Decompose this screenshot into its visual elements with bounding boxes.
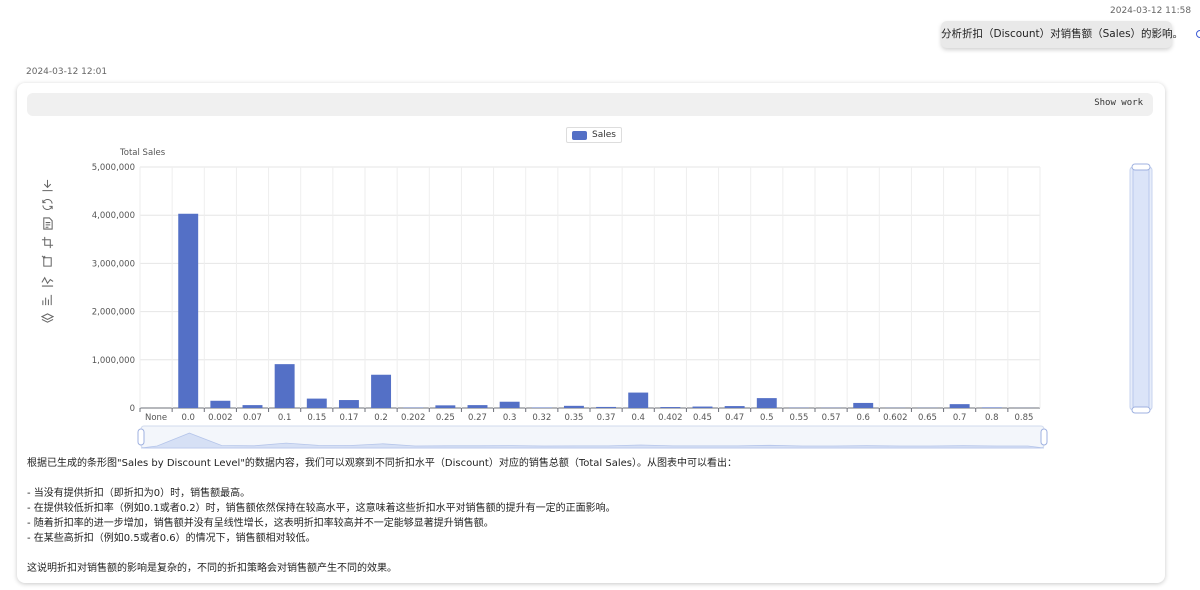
x-tick-label: 0.602 xyxy=(883,413,907,423)
x-tick-label: 0.32 xyxy=(532,413,551,423)
bar-series-sales[interactable] xyxy=(178,213,1034,408)
bar-0.5[interactable] xyxy=(756,398,777,408)
x-tick-label: 0.1 xyxy=(278,413,292,423)
y-datazoom-handle-bottom[interactable] xyxy=(1131,406,1151,414)
x-datazoom-handle-start[interactable] xyxy=(137,428,145,446)
bar-0.25[interactable] xyxy=(435,405,456,408)
bar-0.402[interactable] xyxy=(660,407,681,408)
y-datazoom-slider[interactable] xyxy=(1129,163,1153,414)
x-tick-label: 0.65 xyxy=(918,413,937,423)
bar-0.15[interactable] xyxy=(306,398,327,408)
analysis-intro: 根据已生成的条形图"Sales by Discount Level"的数据内容，… xyxy=(27,458,737,469)
x-tick-label: 0.8 xyxy=(985,413,999,423)
x-tick-label: 0.47 xyxy=(725,413,744,423)
bar-0.37[interactable] xyxy=(596,406,617,408)
y-tick-label: 1,000,000 xyxy=(92,356,135,366)
x-datazoom-handle-end[interactable] xyxy=(1040,428,1048,446)
x-tick-label: 0.27 xyxy=(468,413,487,423)
y-tick-label: 5,000,000 xyxy=(92,163,135,173)
x-tick-label: 0.35 xyxy=(564,413,583,423)
x-tick-label: 0.002 xyxy=(208,413,232,423)
x-tick-label: None xyxy=(145,413,167,423)
analysis-conclusion: 这说明折扣对销售额的影响是复杂的，不同的折扣策略会对销售额产生不同的效果。 xyxy=(27,563,397,574)
bar-0.7[interactable] xyxy=(949,404,970,408)
bar-0.8[interactable] xyxy=(981,407,1002,408)
y-axis-ticks: 0 1,000,000 2,000,000 3,000,000 4,000,000 5,0… xyxy=(92,163,135,414)
x-tick-label: 0.4 xyxy=(631,413,645,423)
y-axis-title: Total Sales xyxy=(119,148,166,158)
x-tick-label: 0.0 xyxy=(181,413,195,423)
x-axis-ticks: None 0.0 0.002 0.07 0.1 0.15 0.17 0.2 0.202 0.25 0… xyxy=(139,408,1033,423)
y-tick-label: 3,000,000 xyxy=(92,259,135,269)
x-tick-label: 0.3 xyxy=(503,413,517,423)
assistant-message-timestamp: 2024-03-12 12:01 xyxy=(26,67,108,77)
x-tick-label: 0.6 xyxy=(856,413,870,423)
y-datazoom-handle-top[interactable] xyxy=(1131,163,1151,171)
bar-0.27[interactable] xyxy=(467,405,488,408)
x-tick-label: 0.37 xyxy=(597,413,616,423)
bar-0.07[interactable] xyxy=(242,405,263,408)
analysis-text: 根据已生成的条形图"Sales by Discount Level"的数据内容，… xyxy=(27,456,1147,576)
y-tick-label: 0 xyxy=(130,404,135,414)
y-datazoom-window[interactable] xyxy=(1132,168,1150,409)
x-tick-label: 0.25 xyxy=(436,413,455,423)
sales-by-discount-chart: Total Sales 0 1,000,000 2,000,000 3,000,000… xyxy=(92,148,1153,449)
x-tick-label: 0.45 xyxy=(693,413,712,423)
bar-0.0[interactable] xyxy=(178,213,199,408)
bar-0.2[interactable] xyxy=(371,374,392,408)
analysis-point: - 在某些高折扣（例如0.5或者0.6）的情况下，销售额相对较低。 xyxy=(27,533,316,544)
x-tick-label: 0.17 xyxy=(339,413,358,423)
x-tick-label: 0.5 xyxy=(760,413,774,423)
x-tick-label: 0.15 xyxy=(307,413,326,423)
bar-0.002[interactable] xyxy=(210,400,231,408)
analysis-point: - 当没有提供折扣（即折扣为0）时，销售额最高。 xyxy=(27,488,251,499)
bar-0.17[interactable] xyxy=(338,400,359,408)
x-tick-label: 0.57 xyxy=(822,413,841,423)
user-message-timestamp: 2024-03-12 11:58 xyxy=(1110,6,1192,16)
x-tick-label: 0.2 xyxy=(374,413,388,423)
y-tick-label: 2,000,000 xyxy=(92,308,135,318)
user-message-bubble: 分析折扣（Discount）对销售额（Sales）的影响。 xyxy=(941,21,1183,48)
analysis-point: - 在提供较低折扣率（例如0.1或者0.2）时，销售额依然保持在较高水平，这意味… xyxy=(27,503,616,514)
bar-0.35[interactable] xyxy=(563,405,584,408)
x-tick-label: 0.85 xyxy=(1014,413,1033,423)
x-tick-label: 0.402 xyxy=(658,413,682,423)
bar-0.47[interactable] xyxy=(724,406,745,408)
bar-0.1[interactable] xyxy=(274,364,295,408)
x-datazoom-slider[interactable] xyxy=(137,425,1048,449)
bar-0.45[interactable] xyxy=(692,406,713,408)
bar-0.6[interactable] xyxy=(853,402,874,408)
x-tick-label: 0.55 xyxy=(789,413,808,423)
bar-0.4[interactable] xyxy=(628,392,649,408)
assistant-response-card: Show work Sales Total Sales 0 1,000,000 2,… xyxy=(17,83,1165,583)
y-tick-label: 4,000,000 xyxy=(92,211,135,221)
x-tick-label: 0.7 xyxy=(953,413,967,423)
x-tick-label: 0.07 xyxy=(243,413,262,423)
x-tick-label: 0.202 xyxy=(401,413,425,423)
user-avatar-icon xyxy=(1196,30,1200,38)
analysis-point: - 随着折扣率的进一步增加，销售额并没有呈线性增长，这表明折扣率较高并不一定能够… xyxy=(27,518,494,529)
bar-0.3[interactable] xyxy=(499,401,520,408)
